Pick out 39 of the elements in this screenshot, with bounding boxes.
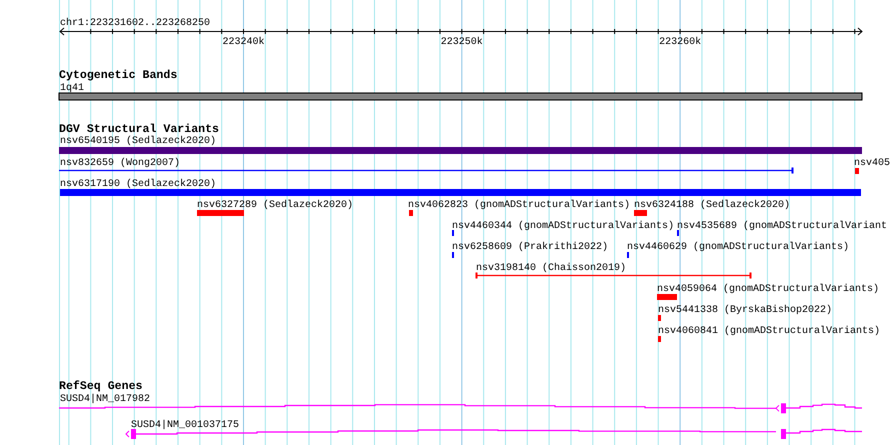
ruler-label: 223250k [440, 37, 483, 48]
feature-label[interactable]: nsv6324188 (Sedlazeck2020) [634, 200, 790, 211]
variant-bar[interactable] [855, 168, 859, 174]
feature-label[interactable]: nsv3198140 (Chaisson2019) [476, 263, 626, 274]
feature-label[interactable]: nsv4460344 (gnomADStructuralVariants) [452, 221, 674, 232]
variant-span[interactable] [59, 168, 794, 174]
gene-model-drawing[interactable] [58, 403, 863, 414]
feature-label[interactable]: nsv832659 (Wong2007) [60, 158, 180, 169]
feature-label[interactable]: SUSD4|NM_001037175 [131, 420, 240, 431]
variant-bar[interactable] [634, 210, 647, 216]
track-title: Cytogenetic Bands [59, 69, 178, 82]
cytoband-bar[interactable] [58, 92, 862, 100]
ruler-label: 223260k [659, 37, 702, 48]
variant-bar[interactable] [658, 336, 661, 342]
variant-bar[interactable] [658, 315, 661, 321]
ruler-label: 223240k [222, 37, 264, 48]
feature-label[interactable]: nsv6327289 (Sedlazeck2020) [197, 200, 354, 211]
feature-label[interactable]: nsv4059064 (gnomADStructuralVariants) [657, 284, 880, 295]
feature-label[interactable]: nsv4062823 (gnomADStructuralVariants) [408, 200, 630, 211]
variant-bar[interactable] [197, 210, 244, 216]
feature-label[interactable]: nsv4460629 (gnomADStructuralVariants) [627, 242, 850, 253]
feature-label[interactable]: SUSD4|NM_017982 [60, 394, 150, 405]
feature-label[interactable]: nsv4535689 (gnomADStructuralVariant [677, 221, 888, 232]
feature-label[interactable]: nsv5441338 (ByrskaBishop2022) [658, 305, 832, 316]
feature-label[interactable]: nsv405 [854, 158, 890, 169]
track-title: RefSeq Genes [59, 380, 142, 393]
variant-bar[interactable] [59, 147, 862, 154]
feature-label[interactable]: nsv4060841 (gnomADStructuralVariants) [658, 326, 880, 337]
variant-span[interactable] [476, 272, 752, 278]
variant-bar[interactable] [409, 210, 413, 216]
variant-bar[interactable] [60, 189, 861, 196]
variant-bar[interactable] [657, 294, 677, 300]
feature-label[interactable]: nsv6540195 (Sedlazeck2020) [60, 136, 216, 147]
track-title: DGV Structural Variants [59, 123, 220, 136]
feature-label[interactable]: nsv6258609 (Prakrithi2022) [452, 242, 608, 253]
gene-model-drawing[interactable] [125, 428, 863, 439]
ruler-title: chr1:223231602..223268250 [60, 18, 210, 29]
feature-label[interactable]: 1q41 [60, 83, 84, 94]
feature-label[interactable]: nsv6317190 (Sedlazeck2020) [60, 179, 216, 190]
